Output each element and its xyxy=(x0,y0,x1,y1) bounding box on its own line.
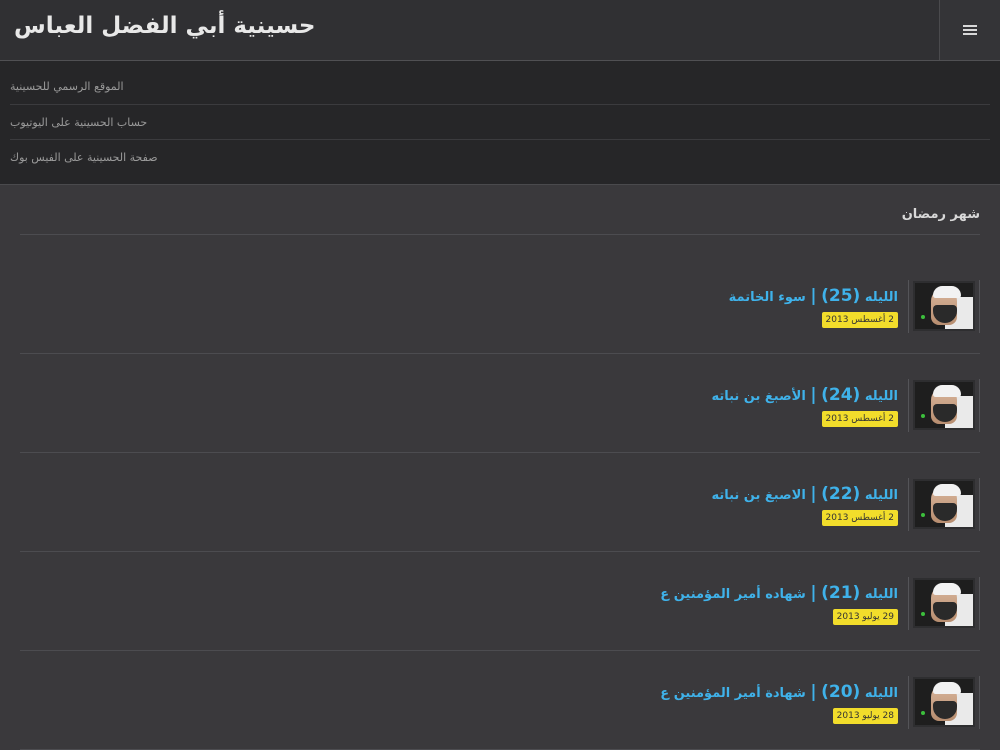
date-badge: 29 يوليو 2013 xyxy=(832,609,898,625)
top-header: حسينية أبي الفضل العباس xyxy=(0,0,1000,61)
item-title-link[interactable]: الليله (21) | شهاده أمير المؤمنين ع xyxy=(660,583,898,603)
list-item: الليله (24) | الأصبغ بن نباته 2 أغسطس 20… xyxy=(20,354,980,453)
item-title-link[interactable]: الليله (24) | الأصبغ بن نباته xyxy=(711,385,898,405)
date-badge: 2 أغسطس 2013 xyxy=(821,510,898,526)
menu-toggle-button[interactable] xyxy=(939,0,1000,60)
nav-item-youtube[interactable]: حساب الحسينية على اليوتيوب xyxy=(10,105,990,140)
list-item: الليله (21) | شهاده أمير المؤمنين ع 29 ي… xyxy=(20,552,980,651)
thumbnail-frame[interactable] xyxy=(908,379,980,432)
item-title-link[interactable]: الليله (25) | سوء الخاتمة xyxy=(729,286,898,306)
divider xyxy=(20,234,980,235)
thumbnail-frame[interactable] xyxy=(908,280,980,333)
hamburger-icon xyxy=(963,24,977,36)
main-content: شهر رمضان الليله (25) | سوء الخاتمة 2 أغ… xyxy=(20,185,980,750)
list-item: الليله (20) | شهادة أمير المؤمنين ع 28 ي… xyxy=(20,651,980,750)
nav-item-facebook[interactable]: صفحة الحسينية على الفيس بوك xyxy=(10,140,990,174)
speaker-thumbnail xyxy=(913,479,975,529)
speaker-thumbnail xyxy=(913,578,975,628)
item-title-link[interactable]: الليله (20) | شهادة أمير المؤمنين ع xyxy=(660,682,898,702)
thumbnail-frame[interactable] xyxy=(908,577,980,630)
thumbnail-frame[interactable] xyxy=(908,676,980,729)
list-item: الليله (22) | الاصبغ بن نباته 2 أغسطس 20… xyxy=(20,453,980,552)
list-item: الليله (25) | سوء الخاتمة 2 أغسطس 2013 xyxy=(20,255,980,354)
nav-item-official-site[interactable]: الموقع الرسمي للحسينية xyxy=(10,61,990,105)
section-title: شهر رمضان xyxy=(901,207,980,222)
site-title[interactable]: حسينية أبي الفضل العباس xyxy=(14,13,315,39)
speaker-thumbnail xyxy=(913,677,975,727)
item-title-link[interactable]: الليله (22) | الاصبغ بن نباته xyxy=(711,484,898,504)
date-badge: 2 أغسطس 2013 xyxy=(821,411,898,427)
nav-menu: الموقع الرسمي للحسينية حساب الحسينية على… xyxy=(0,61,1000,185)
speaker-thumbnail xyxy=(913,380,975,430)
thumbnail-frame[interactable] xyxy=(908,478,980,531)
date-badge: 2 أغسطس 2013 xyxy=(821,312,898,328)
speaker-thumbnail xyxy=(913,281,975,331)
date-badge: 28 يوليو 2013 xyxy=(832,708,898,724)
